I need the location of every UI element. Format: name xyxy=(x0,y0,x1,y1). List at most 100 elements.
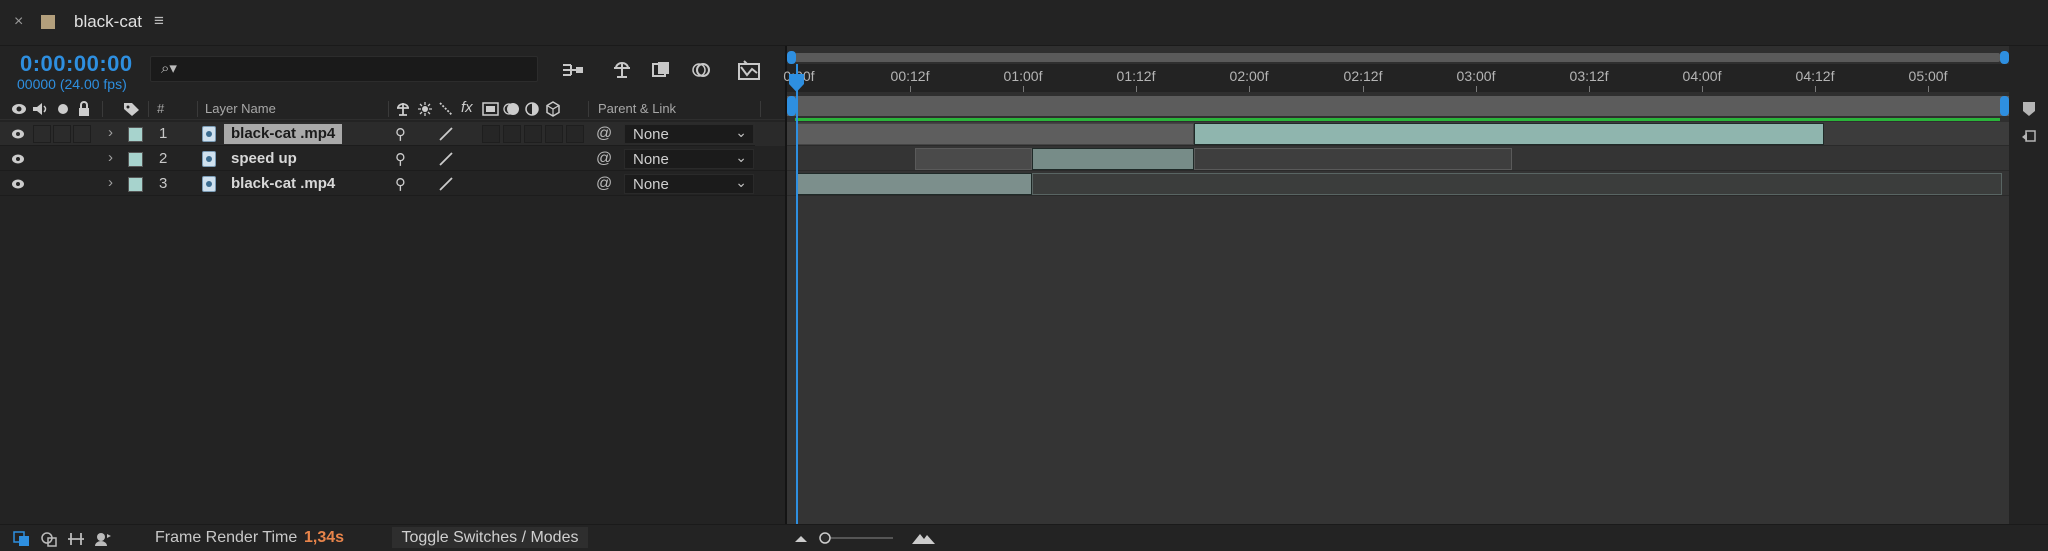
layer-name[interactable]: black-cat .mp4 xyxy=(224,174,342,194)
composition-color-swatch xyxy=(41,15,55,29)
video-visibility-toggle-icon[interactable] xyxy=(11,152,25,166)
motion-blur-switch-icon[interactable] xyxy=(503,101,520,117)
composition-tab-title[interactable]: black-cat xyxy=(74,12,142,32)
layer-bar-trimmed[interactable] xyxy=(1194,148,1512,170)
current-time-display[interactable]: 0:00:00:00 xyxy=(20,51,133,77)
parent-dropdown[interactable]: None ⌄ xyxy=(624,149,754,169)
layer-number: 3 xyxy=(159,175,168,192)
comp-marker-bin-icon[interactable] xyxy=(2020,100,2038,118)
quality-switch-icon[interactable] xyxy=(438,151,454,167)
time-navigator-end-handle[interactable] xyxy=(2000,51,2009,64)
lock-column-icon[interactable] xyxy=(77,101,91,117)
collapse-switch-icon[interactable] xyxy=(417,101,433,117)
twirl-chevron-icon[interactable]: › xyxy=(108,124,113,141)
transfer-controls-pane-icon[interactable] xyxy=(40,531,58,547)
parent-link-column-label[interactable]: Parent & Link xyxy=(598,101,676,116)
comp-button-icon[interactable] xyxy=(2020,128,2038,146)
video-visibility-column-icon[interactable] xyxy=(11,103,27,115)
work-area-end-handle[interactable] xyxy=(2000,96,2009,116)
timeline-zoom-control[interactable] xyxy=(793,528,943,548)
layer-bar[interactable] xyxy=(796,173,1032,195)
shy-switch-icon[interactable]: ⚲ xyxy=(395,150,406,168)
toggle-switches-modes-button[interactable]: Toggle Switches / Modes xyxy=(392,527,588,548)
layer-name-column-label[interactable]: Layer Name xyxy=(205,101,276,116)
layer-tracks[interactable] xyxy=(787,122,2009,524)
layer-bar-trimmed[interactable] xyxy=(915,148,1032,170)
work-area-start-handle[interactable] xyxy=(787,96,796,116)
shy-switch-icon[interactable]: ⚲ xyxy=(395,175,406,193)
layer-search-field[interactable]: ⌕▾ xyxy=(150,56,538,82)
work-area-bar[interactable] xyxy=(787,96,2009,116)
shy-layers-icon[interactable] xyxy=(609,58,635,82)
zoom-slider-track[interactable] xyxy=(823,537,893,539)
solo-toggle[interactable] xyxy=(53,125,71,143)
solo-column-icon[interactable] xyxy=(57,103,69,115)
twirl-chevron-icon[interactable]: › xyxy=(108,174,113,191)
time-navigator-start-handle[interactable] xyxy=(787,51,796,64)
adjustment-switch[interactable] xyxy=(566,125,584,143)
zoom-slider-thumb[interactable] xyxy=(819,532,831,544)
video-visibility-toggle-icon[interactable] xyxy=(11,177,25,191)
layer-label-color[interactable] xyxy=(128,177,143,192)
layer-row[interactable]: › 1 black-cat .mp4 ⚲ @ None ⌄ xyxy=(0,122,785,146)
layer-bar[interactable] xyxy=(1032,148,1194,170)
motion-blur-switch[interactable] xyxy=(524,125,542,143)
adjustment-layer-switch-icon[interactable] xyxy=(524,101,540,117)
layer-bar[interactable] xyxy=(1194,123,1824,145)
timeline-panel[interactable]: 0:00f 00:12f 01:00f 01:12f 02:00f 02:12f… xyxy=(783,46,2048,524)
layer-bar-trimmed[interactable] xyxy=(796,123,1194,145)
parent-dropdown[interactable]: None ⌄ xyxy=(624,124,754,144)
track-row[interactable] xyxy=(787,147,2009,171)
close-tab-icon[interactable]: × xyxy=(14,13,23,31)
shy-switch-icon[interactable] xyxy=(395,101,411,117)
audio-toggle[interactable] xyxy=(33,125,51,143)
parent-dropdown[interactable]: None ⌄ xyxy=(624,174,754,194)
composition-mini-flowchart-icon[interactable] xyxy=(560,58,586,82)
track-row[interactable] xyxy=(787,172,2009,196)
time-ruler[interactable]: 0:00f 00:12f 01:00f 01:12f 02:00f 02:12f… xyxy=(783,64,2009,92)
3d-layer-switch-icon[interactable] xyxy=(545,101,561,117)
lock-toggle[interactable] xyxy=(73,125,91,143)
video-visibility-toggle-icon[interactable] xyxy=(11,127,25,141)
pick-whip-icon[interactable]: @ xyxy=(596,125,612,143)
panel-menu-icon[interactable]: ≡ xyxy=(154,11,164,31)
frame-blending-switch-icon[interactable] xyxy=(482,101,499,117)
number-column-label: # xyxy=(157,101,165,116)
layer-name[interactable]: black-cat .mp4 xyxy=(224,124,343,144)
layer-label-color[interactable] xyxy=(128,152,143,167)
zoom-out-icon[interactable] xyxy=(793,532,809,544)
chevron-down-icon: ⌄ xyxy=(735,149,747,165)
effects-switch-icon[interactable]: fx xyxy=(461,99,473,116)
track-row[interactable] xyxy=(787,122,2009,146)
motion-blur-icon[interactable] xyxy=(688,58,714,82)
time-navigator[interactable] xyxy=(787,51,2009,64)
layer-row[interactable]: › 3 black-cat .mp4 ⚲ @ None ⌄ xyxy=(0,172,785,196)
layer-switches-pane-icon[interactable] xyxy=(13,531,31,547)
frame-blend-switch[interactable] xyxy=(503,125,521,143)
layer-number: 1 xyxy=(159,125,168,142)
current-time-indicator[interactable] xyxy=(796,64,798,524)
frame-blending-icon[interactable] xyxy=(648,58,674,82)
layer-row[interactable]: › 2 speed up ⚲ @ None ⌄ xyxy=(0,147,785,171)
quality-switch-icon[interactable] xyxy=(438,126,454,142)
quality-switch-icon[interactable] xyxy=(438,101,454,117)
audio-column-icon[interactable] xyxy=(31,101,49,117)
label-column-icon[interactable] xyxy=(122,101,140,117)
layer-name[interactable]: speed up xyxy=(224,149,304,169)
in-out-pane-icon[interactable] xyxy=(67,531,85,547)
quality-switch-icon[interactable] xyxy=(438,176,454,192)
time-navigator-track[interactable] xyxy=(795,53,2000,62)
layer-bar-trimmed[interactable] xyxy=(1032,173,2002,195)
3d-switch[interactable] xyxy=(545,125,563,143)
playhead-handle-icon[interactable] xyxy=(788,74,805,92)
zoom-in-icon[interactable] xyxy=(911,530,937,546)
shy-switch-icon[interactable]: ⚲ xyxy=(395,125,406,143)
chevron-down-icon: ⌄ xyxy=(735,174,747,190)
pick-whip-icon[interactable]: @ xyxy=(596,175,612,193)
effect-switch[interactable] xyxy=(482,125,500,143)
twirl-chevron-icon[interactable]: › xyxy=(108,149,113,166)
render-time-pane-icon[interactable] xyxy=(94,531,112,547)
pick-whip-icon[interactable]: @ xyxy=(596,150,612,168)
graph-editor-icon[interactable] xyxy=(736,58,762,82)
layer-label-color[interactable] xyxy=(128,127,143,142)
